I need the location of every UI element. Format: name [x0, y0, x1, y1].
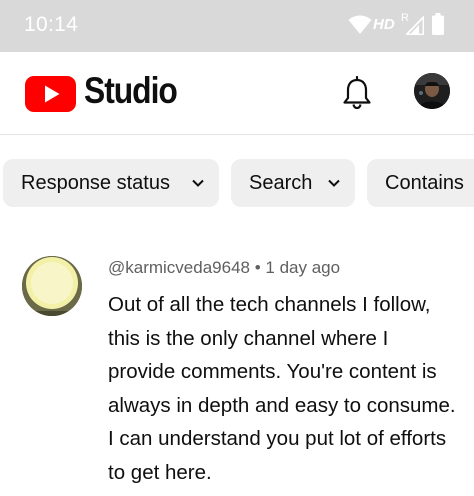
status-time: 10:14: [24, 13, 79, 36]
bell-icon[interactable]: [342, 76, 372, 110]
filter-chips: Response status Search Contains: [0, 159, 474, 207]
studio-brand-label: Studio: [84, 70, 178, 111]
comment-time: 1 day ago: [265, 258, 341, 277]
hd-label: HD: [373, 16, 395, 33]
youtube-logo-icon[interactable]: [25, 76, 76, 112]
search-chip-label: Search: [249, 172, 313, 194]
commenter-avatar-image: [22, 256, 82, 316]
chevron-down-icon: [192, 179, 204, 187]
app-bar: Studio: [0, 52, 474, 135]
response-status-chip[interactable]: Response status: [3, 159, 219, 207]
search-chip[interactable]: Search: [231, 159, 355, 207]
wifi-icon: [348, 15, 372, 34]
meta-separator: •: [254, 258, 261, 277]
chevron-down-icon: [328, 179, 340, 187]
response-status-chip-label: Response status: [21, 172, 170, 194]
commenter-avatar[interactable]: [22, 256, 82, 316]
battery-icon: [432, 13, 444, 35]
comment-text: Out of all the tech channels I follow, t…: [108, 293, 456, 484]
status-icons: HD R: [348, 12, 448, 40]
comment-author[interactable]: @karmicveda9648: [108, 258, 250, 277]
signal-icon: [406, 16, 424, 35]
comment-meta: @karmicveda9648 • 1 day ago: [108, 258, 340, 278]
status-bar: 10:14 HD R: [0, 0, 474, 52]
contains-chip[interactable]: Contains: [367, 159, 474, 207]
account-avatar[interactable]: [414, 73, 450, 109]
account-avatar-image: [414, 73, 450, 109]
contains-chip-label: Contains: [385, 172, 464, 194]
